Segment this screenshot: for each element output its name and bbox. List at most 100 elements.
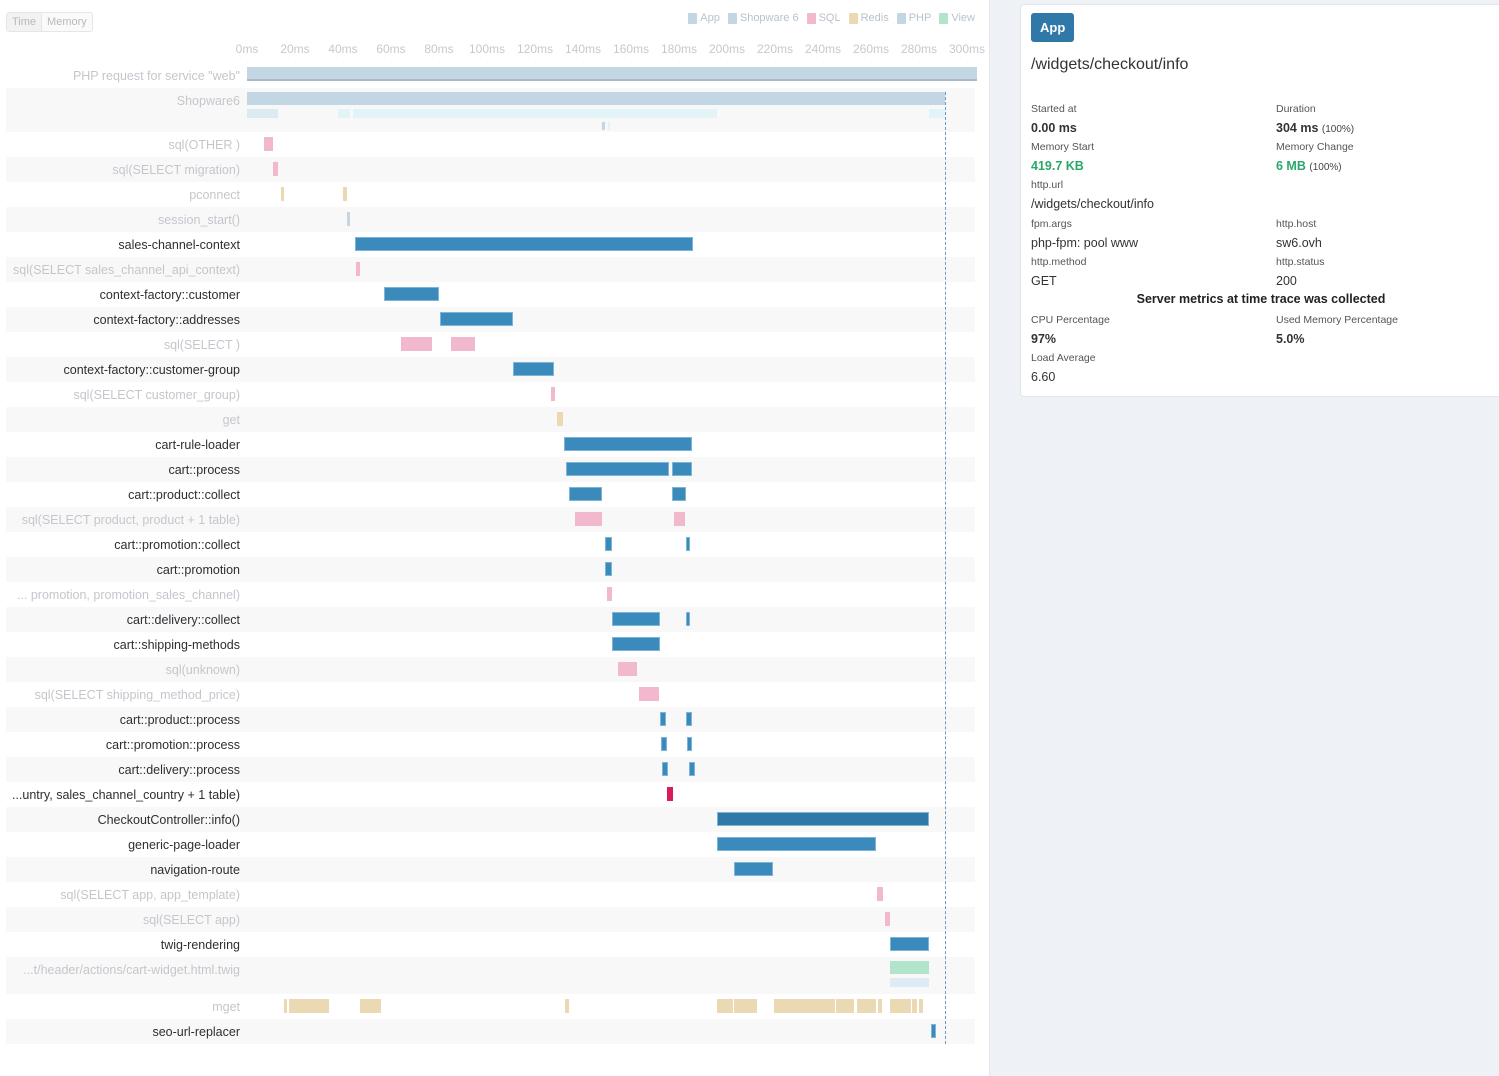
row-label: generic-page-loader [128, 838, 240, 852]
timeline-row[interactable] [6, 182, 975, 207]
row-label: pconnect [189, 188, 240, 202]
span-bar-redis[interactable] [856, 999, 876, 1013]
span-bar-sql[interactable] [639, 687, 659, 701]
span-bar-redis[interactable] [836, 999, 855, 1013]
memory-mode-button[interactable]: Memory [41, 13, 92, 31]
row-label: get [222, 413, 240, 427]
span-bar-app[interactable] [659, 712, 666, 726]
row-label: cart::delivery::process [118, 763, 240, 777]
span-bar-sql[interactable] [885, 912, 891, 926]
span-bar-app[interactable] [383, 287, 439, 301]
span-bar-php[interactable] [346, 212, 351, 226]
span-bar-app[interactable] [566, 462, 670, 476]
span-bar-redis[interactable] [343, 187, 347, 201]
legend-label: SQL [818, 12, 841, 24]
legend-item[interactable]: App [688, 12, 720, 24]
span-bar-app[interactable] [355, 237, 694, 251]
span-bar-app[interactable] [671, 487, 687, 501]
span-bar-sql[interactable] [574, 512, 603, 526]
span-bar-redis[interactable] [359, 999, 382, 1013]
span-bar-app[interactable] [662, 762, 669, 776]
timeline-row[interactable] [6, 557, 975, 582]
span-bar-redis[interactable] [289, 999, 329, 1013]
span-bar-redis[interactable] [556, 412, 563, 426]
span-bar-sql[interactable] [263, 137, 274, 151]
row-label: sql(SELECT product, product + 1 table) [21, 513, 240, 527]
span-bar-app[interactable] [686, 612, 690, 626]
span-bar-sql[interactable] [617, 662, 637, 676]
span-bar-php[interactable] [247, 92, 946, 105]
axis-tick-label: 80ms [424, 42, 454, 56]
memory-start-label: Memory Start [1031, 141, 1095, 153]
legend-swatch [848, 12, 858, 24]
span-bar-app[interactable] [671, 462, 693, 476]
span-bar-redis[interactable] [717, 999, 733, 1013]
span-bar-sql[interactable] [273, 162, 279, 176]
span-bar-sql[interactable] [550, 387, 556, 401]
legend-item[interactable]: SQL [806, 12, 841, 24]
span-bar-view-light[interactable] [890, 978, 929, 987]
span-bar-redis[interactable] [911, 999, 917, 1013]
span-bar-app[interactable] [661, 737, 667, 751]
span-bar-app[interactable] [686, 712, 693, 726]
span-bar-app[interactable] [604, 562, 612, 576]
span-bar-redis[interactable] [890, 999, 911, 1013]
span-bar-app[interactable] [563, 437, 693, 451]
timeline-row[interactable] [6, 132, 975, 157]
span-bar-redis[interactable] [773, 999, 835, 1013]
span-bar-redis[interactable] [919, 999, 923, 1013]
span-bar-redis[interactable] [878, 999, 882, 1013]
span-bar-app[interactable] [890, 937, 929, 951]
span-bar-redis[interactable] [280, 187, 285, 201]
span-bar-redis[interactable] [565, 999, 569, 1013]
span-bar-app[interactable] [513, 362, 555, 376]
time-mode-button[interactable]: Time [7, 13, 42, 31]
span-bar-app[interactable] [717, 837, 876, 851]
timeline-row[interactable] [6, 657, 975, 682]
timeline-row[interactable] [6, 332, 975, 357]
span-bar-redis[interactable] [284, 999, 287, 1013]
span-bar-shopware-child[interactable] [247, 109, 279, 118]
span-bar-php[interactable] [602, 122, 605, 130]
row-label: context-factory::addresses [93, 313, 240, 327]
legend-item[interactable]: Shopware 6 [727, 12, 799, 24]
span-bar-app[interactable] [568, 487, 603, 501]
span-bar-sql[interactable] [674, 512, 685, 526]
span-bar-app[interactable] [688, 762, 695, 776]
span-bar-app[interactable] [687, 737, 693, 751]
span-bar-shopware-child2[interactable] [352, 109, 718, 118]
span-bar-shopware-child2[interactable] [608, 122, 611, 130]
timeline-row[interactable] [6, 407, 975, 432]
span-bar-view[interactable] [890, 961, 929, 974]
axis-tick-label: 120ms [516, 42, 554, 56]
span-bar-app[interactable] [440, 312, 514, 326]
span-bar-app[interactable] [686, 537, 690, 551]
span-bar-sql[interactable] [400, 337, 432, 351]
span-bar-app-dark[interactable] [717, 812, 929, 826]
legend-item[interactable]: Redis [848, 12, 889, 24]
row-label: sql(unknown) [165, 663, 240, 677]
span-bar-app[interactable] [611, 612, 660, 626]
span-bar-app[interactable] [734, 862, 773, 876]
legend-label: Shopware 6 [739, 12, 799, 24]
span-bar-sql[interactable] [877, 887, 883, 901]
span-bar-sql-hot[interactable] [667, 787, 673, 801]
legend-item[interactable]: PHP [896, 12, 931, 24]
span-bar-sql[interactable] [356, 262, 360, 276]
timeline-row[interactable] [6, 432, 975, 457]
timeline-row[interactable] [6, 207, 975, 232]
timeline-row[interactable] [6, 932, 975, 957]
timeline-row[interactable] [6, 1019, 975, 1044]
span-bar-app[interactable] [931, 1024, 936, 1038]
span-bar-app[interactable] [604, 537, 612, 551]
timeline-row[interactable] [6, 457, 975, 482]
span-bar-shopware-child2[interactable] [338, 109, 351, 118]
legend-item[interactable]: View [939, 12, 975, 24]
span-bar-app[interactable] [611, 637, 660, 651]
span-bar-shopware-child2[interactable] [928, 109, 946, 118]
span-bar-php[interactable] [247, 67, 977, 81]
span-bar-redis[interactable] [734, 999, 757, 1013]
span-bar-sql[interactable] [451, 337, 475, 351]
span-bar-sql[interactable] [607, 587, 612, 601]
row-label: sql(SELECT app, app_template) [60, 888, 240, 902]
